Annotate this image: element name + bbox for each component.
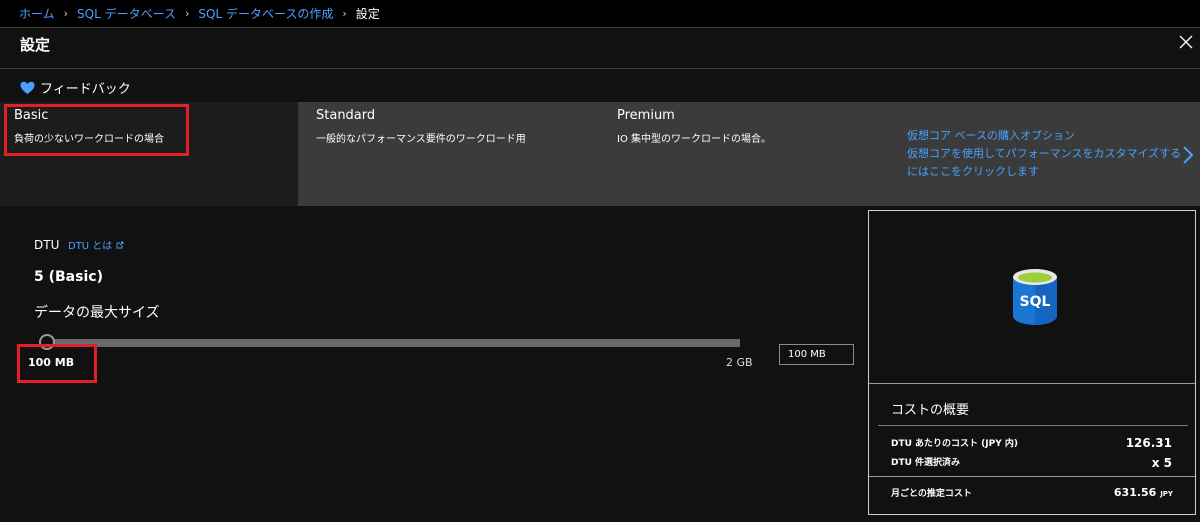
panel-divider xyxy=(878,425,1188,426)
title-bar: 設定 xyxy=(0,28,1200,69)
heart-icon xyxy=(20,81,35,94)
cost-per-dtu-value: 126.31 xyxy=(1125,436,1172,450)
breadcrumb-sql-database[interactable]: SQL データベース xyxy=(77,5,176,22)
cost-per-dtu-label: DTU あたりのコスト (JPY 内) xyxy=(891,439,1019,449)
cost-title: コストの概要 xyxy=(891,403,970,418)
breadcrumb-home[interactable]: ホーム xyxy=(19,5,55,22)
dtu-value: 5 (Basic) xyxy=(34,269,103,285)
cost-summary-panel: SQL コストの概要 DTU あたりのコスト (JPY 内) 126.31 DT… xyxy=(868,210,1196,515)
monthly-cost-label: 月ごとの推定コスト xyxy=(891,489,972,499)
dtu-selected-value: x 5 xyxy=(1151,456,1172,470)
breadcrumb-separator: › xyxy=(185,7,190,20)
breadcrumb-separator: › xyxy=(342,7,347,20)
close-icon[interactable] xyxy=(1178,34,1194,50)
tier-premium[interactable]: Premium IO 集中型のワークロードの場合。 xyxy=(603,102,893,206)
tier-standard-name: Standard xyxy=(316,108,376,123)
tier-standard[interactable]: Standard 一般的なパフォーマンス要件のワークロード用 xyxy=(302,102,602,206)
external-link-icon xyxy=(116,241,123,249)
feedback-button[interactable]: フィードバック xyxy=(20,78,131,97)
dtu-info-link-text: DTU とは xyxy=(68,241,113,252)
max-size-label: データの最大サイズ xyxy=(34,305,160,321)
dtu-selected-label: DTU 件選択済み xyxy=(891,458,961,468)
sql-database-icon: SQL xyxy=(1013,269,1057,325)
sql-icon-text: SQL xyxy=(1020,294,1051,310)
monthly-cost-value: 631.56 JPY xyxy=(1114,486,1173,499)
tier-premium-name: Premium xyxy=(617,108,675,123)
dtu-label: DTU xyxy=(34,238,60,252)
chevron-right-icon[interactable] xyxy=(1182,146,1194,164)
panel-divider xyxy=(869,383,1195,384)
max-size-input[interactable] xyxy=(779,344,854,365)
tier-basic[interactable]: Basic 負荷の少ないワークロードの場合 xyxy=(0,102,298,206)
vcore-title: 仮想コア ベースの購入オプション xyxy=(907,129,1075,142)
tier-premium-description: IO 集中型のワークロードの場合。 xyxy=(617,134,771,145)
highlight-box xyxy=(4,104,189,156)
breadcrumb-current: 設定 xyxy=(355,7,380,21)
highlight-box xyxy=(17,344,97,383)
page: ホーム › SQL データベース › SQL データベースの作成 › 設定 設定… xyxy=(0,0,1200,522)
slider-max-label: 2 GB xyxy=(726,356,753,369)
monthly-cost-unit: JPY xyxy=(1160,490,1173,498)
page-title: 設定 xyxy=(20,36,51,54)
tier-standard-description: 一般的なパフォーマンス要件のワークロード用 xyxy=(316,134,526,145)
breadcrumb-separator: › xyxy=(63,7,69,20)
breadcrumb-create-sql-database[interactable]: SQL データベースの作成 xyxy=(198,5,333,22)
feedback-label: フィードバック xyxy=(40,82,131,97)
breadcrumb: ホーム › SQL データベース › SQL データベースの作成 › 設定 xyxy=(0,0,1200,28)
dtu-info-link[interactable]: DTU とは xyxy=(68,237,124,252)
panel-divider xyxy=(869,476,1195,477)
max-size-slider-track[interactable] xyxy=(48,339,740,347)
vcore-text: 仮想コアを使用してパフォーマンスをカスタマイズするにはここをクリックします xyxy=(907,147,1182,178)
monthly-cost-amount: 631.56 xyxy=(1113,486,1157,499)
vcore-option-link[interactable]: 仮想コア ベースの購入オプション 仮想コアを使用してパフォーマンスをカスタマイズ… xyxy=(907,127,1187,181)
